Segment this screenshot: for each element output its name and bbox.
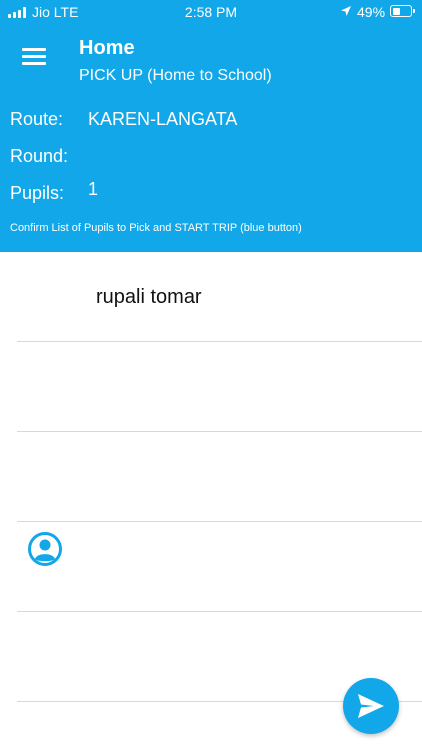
route-label: Route: — [10, 109, 64, 129]
battery-icon — [390, 5, 415, 17]
round-label: Round: — [10, 146, 69, 166]
pupil-name: rupali tomar — [96, 286, 202, 308]
divider — [17, 611, 422, 612]
pupils-label: Pupils: — [10, 183, 65, 203]
page-title: Home — [79, 37, 135, 59]
battery-percent: 49% — [357, 4, 386, 20]
route-value: KAREN-LANGATA — [88, 109, 238, 129]
divider — [17, 431, 422, 432]
divider — [17, 521, 422, 522]
send-icon — [358, 694, 384, 718]
divider — [17, 341, 422, 342]
status-bar: Jio LTE 2:58 PM 49% — [0, 0, 422, 24]
app-header: Jio LTE 2:58 PM 49% Home PICK UP (Home t… — [0, 0, 422, 252]
list-item[interactable]: rupali tomar — [0, 252, 422, 566]
pupils-count: 1 — [88, 179, 99, 199]
trip-type: PICK UP (Home to School) — [79, 67, 272, 84]
instruction-text: Confirm List of Pupils to Pick and START… — [10, 222, 302, 234]
menu-icon[interactable] — [22, 46, 46, 66]
start-trip-button[interactable] — [343, 678, 399, 734]
user-avatar-icon — [28, 532, 62, 566]
location-arrow-icon — [341, 6, 351, 16]
